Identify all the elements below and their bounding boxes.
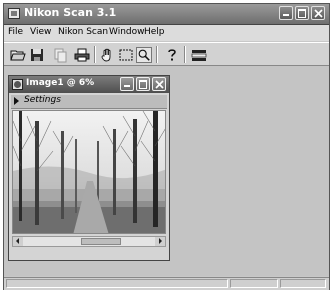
open-folder-icon	[10, 50, 26, 61]
print-icon	[74, 48, 90, 62]
image-close-button[interactable]	[152, 77, 166, 91]
main-window: Nikon Scan 3.1 File View Nikon Scan Wind…	[3, 3, 330, 290]
open-button[interactable]	[10, 47, 26, 63]
help-button[interactable]	[164, 47, 180, 63]
menu-bar: File View Nikon Scan Window Help	[4, 25, 329, 41]
menu-help[interactable]: Help	[144, 27, 165, 37]
title-bar[interactable]: Nikon Scan 3.1	[4, 4, 329, 25]
settings-drawer-toggle[interactable]: Settings	[11, 95, 167, 109]
toolbar	[4, 42, 329, 66]
scroll-thumb[interactable]	[81, 238, 121, 245]
zoom-button[interactable]	[136, 47, 152, 63]
save-button[interactable]	[29, 47, 45, 63]
save-icon	[31, 49, 43, 61]
window-title: Nikon Scan 3.1	[24, 6, 117, 19]
menu-window[interactable]: Window	[109, 27, 145, 37]
close-icon	[314, 9, 323, 18]
menu-file[interactable]: File	[8, 27, 23, 37]
scanner-settings-button[interactable]	[191, 47, 207, 63]
toolbar-separator	[156, 46, 158, 63]
expand-arrow-icon	[14, 97, 19, 105]
help-icon	[168, 49, 176, 61]
print-button[interactable]	[74, 47, 90, 63]
scan-preview-image	[12, 110, 166, 234]
toolbar-separator	[94, 46, 96, 63]
marquee-select-button[interactable]	[118, 47, 134, 63]
status-pane-2	[230, 279, 278, 288]
maximize-button[interactable]	[295, 6, 309, 20]
menu-nikon-scan[interactable]: Nikon Scan	[58, 27, 108, 37]
scroll-right-button[interactable]	[155, 237, 165, 246]
image-minimize-button[interactable]	[120, 77, 134, 91]
image-window-title: Image1 @ 6%	[26, 78, 95, 88]
close-icon	[155, 80, 164, 89]
status-pane-main	[6, 279, 228, 288]
hand-tool-button[interactable]	[100, 47, 116, 63]
tree-photo	[13, 111, 165, 233]
image-window-icon[interactable]	[12, 79, 23, 90]
menu-view[interactable]: View	[30, 27, 51, 37]
toolbar-separator	[184, 46, 186, 63]
copy-icon	[54, 48, 67, 63]
image-maximize-button[interactable]	[136, 77, 150, 91]
status-bar	[4, 277, 329, 290]
status-pane-3	[280, 279, 326, 288]
horizontal-scrollbar[interactable]	[12, 236, 166, 247]
workspace: Image1 @ 6% Settings	[4, 66, 329, 276]
zoom-icon	[138, 49, 150, 61]
settings-icon	[191, 50, 207, 61]
image-window: Image1 @ 6% Settings	[8, 75, 170, 261]
scroll-left-button[interactable]	[13, 237, 23, 246]
app-icon[interactable]	[8, 8, 20, 19]
hand-icon	[101, 48, 111, 62]
image-window-title-bar[interactable]: Image1 @ 6%	[9, 76, 169, 93]
marquee-select-icon	[119, 49, 133, 61]
settings-label: Settings	[24, 95, 61, 105]
copy-button[interactable]	[52, 47, 68, 63]
minimize-button[interactable]	[279, 6, 293, 20]
close-button[interactable]	[311, 6, 325, 20]
